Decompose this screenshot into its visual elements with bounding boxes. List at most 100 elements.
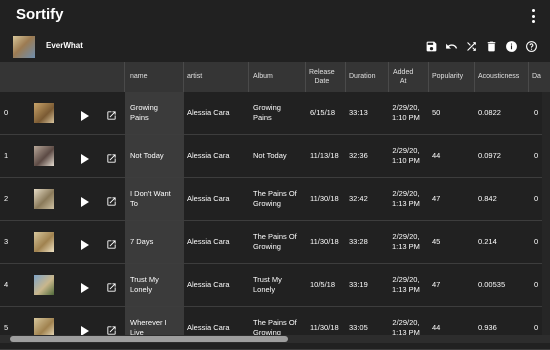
save-icon[interactable] xyxy=(425,40,438,53)
header-divider xyxy=(248,62,249,92)
track-album: Trust My Lonely xyxy=(253,275,282,294)
track-name[interactable]: Trust My Lonely xyxy=(130,275,159,295)
play-icon[interactable] xyxy=(80,108,89,121)
column-header-artist[interactable]: artist xyxy=(187,72,202,81)
track-danceability: 0 xyxy=(534,108,539,117)
track-acousticness: 0.0972 xyxy=(478,151,501,160)
playlist-cover xyxy=(13,36,35,58)
vertical-scrollbar[interactable] xyxy=(542,92,550,335)
column-header-release-date[interactable]: Release Date xyxy=(309,68,335,86)
track-danceability: 0 xyxy=(534,194,539,203)
track-duration: 33:28 xyxy=(349,237,368,246)
track-artist: Alessia Cara xyxy=(187,280,230,289)
track-danceability: 0 xyxy=(534,280,539,289)
open-in-new-icon[interactable] xyxy=(106,323,117,335)
track-acousticness: 0.00535 xyxy=(478,280,506,289)
track-acousticness: 0.0822 xyxy=(478,108,501,117)
track-name[interactable]: I Don't Want To xyxy=(130,189,171,209)
play-icon[interactable] xyxy=(80,237,89,250)
row-index: 0 xyxy=(4,108,9,117)
track-artist: Alessia Cara xyxy=(187,151,230,160)
track-popularity: 44 xyxy=(432,323,441,332)
playlist-name: EverWhat xyxy=(46,41,83,50)
header-divider xyxy=(305,62,306,92)
track-popularity: 47 xyxy=(432,280,441,289)
header-divider xyxy=(183,62,184,92)
column-header-danceability[interactable]: Da xyxy=(532,72,541,81)
toolbar-actions xyxy=(425,40,538,53)
play-icon[interactable] xyxy=(80,194,89,207)
track-release-date: 11/30/18 xyxy=(310,237,339,246)
help-icon[interactable] xyxy=(525,40,538,53)
track-album: The Pains Of Growing xyxy=(253,232,297,251)
track-release-date: 11/30/18 xyxy=(310,194,339,203)
track-name[interactable]: Not Today xyxy=(130,151,164,161)
track-name[interactable]: Growing Pains xyxy=(130,103,158,123)
header-divider xyxy=(124,62,125,92)
open-in-new-icon[interactable] xyxy=(106,237,117,249)
column-header-added-at[interactable]: Added At xyxy=(393,68,413,86)
app-title: Sortify xyxy=(16,6,64,23)
track-added-at: 2/29/20, 1:13 PM xyxy=(392,189,420,208)
track-acousticness: 0.936 xyxy=(478,323,497,332)
track-acousticness: 0.214 xyxy=(478,237,497,246)
header-divider xyxy=(345,62,346,92)
row-index: 4 xyxy=(4,280,9,289)
track-popularity: 47 xyxy=(432,194,441,203)
column-header-acousticness[interactable]: Acousticness xyxy=(478,72,519,81)
track-album: Growing Pains xyxy=(253,103,281,122)
shuffle-icon[interactable] xyxy=(465,40,478,53)
album-thumbnail xyxy=(34,232,54,252)
album-thumbnail xyxy=(34,275,54,295)
horizontal-scrollbar-thumb[interactable] xyxy=(10,336,288,342)
open-in-new-icon[interactable] xyxy=(106,280,117,292)
track-artist: Alessia Cara xyxy=(187,323,230,332)
row-index: 2 xyxy=(4,194,9,203)
track-added-at: 2/29/20, 1:10 PM xyxy=(392,103,420,122)
row-index: 5 xyxy=(4,323,9,332)
column-header-name[interactable]: name xyxy=(130,72,148,81)
track-danceability: 0 xyxy=(534,151,539,160)
row-index: 3 xyxy=(4,237,9,246)
track-popularity: 44 xyxy=(432,151,441,160)
track-duration: 32:36 xyxy=(349,151,368,160)
album-thumbnail xyxy=(34,189,54,209)
album-thumbnail xyxy=(34,103,54,123)
track-artist: Alessia Cara xyxy=(187,194,230,203)
track-popularity: 50 xyxy=(432,108,441,117)
track-acousticness: 0.842 xyxy=(478,194,497,203)
play-icon[interactable] xyxy=(80,280,89,293)
track-added-at: 2/29/20, 1:13 PM xyxy=(392,275,420,294)
column-header-album[interactable]: Album xyxy=(253,72,273,81)
info-icon[interactable] xyxy=(505,40,518,53)
track-release-date: 10/5/18 xyxy=(310,280,336,289)
play-icon[interactable] xyxy=(80,323,89,336)
table-header xyxy=(0,62,550,92)
track-release-date: 11/30/18 xyxy=(310,323,339,332)
header-divider xyxy=(428,62,429,92)
track-added-at: 2/29/20, 1:13 PM xyxy=(392,232,420,251)
open-in-new-icon[interactable] xyxy=(106,151,117,163)
track-duration: 33:19 xyxy=(349,280,368,289)
header-divider xyxy=(528,62,529,92)
track-danceability: 0 xyxy=(534,323,539,332)
undo-icon[interactable] xyxy=(445,40,458,53)
track-duration: 32:42 xyxy=(349,194,368,203)
open-in-new-icon[interactable] xyxy=(106,194,117,206)
track-release-date: 11/13/18 xyxy=(310,151,339,160)
delete-icon[interactable] xyxy=(485,40,498,53)
track-album: Not Today xyxy=(253,151,287,160)
header-divider xyxy=(474,62,475,92)
track-name[interactable]: 7 Days xyxy=(130,237,153,247)
column-header-popularity[interactable]: Popularity xyxy=(432,72,463,81)
more-vert-icon[interactable] xyxy=(528,9,538,23)
track-popularity: 45 xyxy=(432,237,441,246)
track-release-date: 6/15/18 xyxy=(310,108,336,117)
open-in-new-icon[interactable] xyxy=(106,108,117,120)
track-album: The Pains Of Growing xyxy=(253,189,297,208)
album-thumbnail xyxy=(34,146,54,166)
track-duration: 33:13 xyxy=(349,108,368,117)
track-artist: Alessia Cara xyxy=(187,108,230,117)
play-icon[interactable] xyxy=(80,151,89,164)
column-header-duration[interactable]: Duration xyxy=(349,72,375,81)
